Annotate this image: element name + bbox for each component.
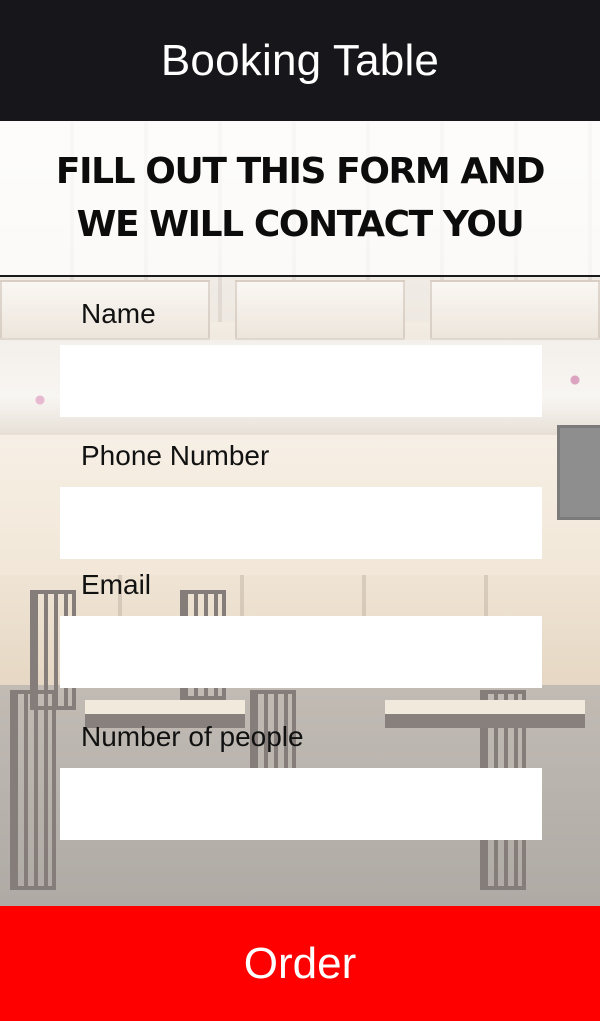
form-intro-heading: FILL OUT THIS FORM AND WE WILL CONTACT Y… <box>10 145 590 251</box>
number-of-people-input[interactable] <box>60 768 542 840</box>
number-of-people-label: Number of people <box>81 721 304 752</box>
name-label: Name <box>81 298 156 329</box>
form-intro-heading-line2: WE WILL CONTACT YOU <box>76 204 525 245</box>
phone-number-label: Phone Number <box>81 440 270 471</box>
page-title: Booking Table <box>160 35 440 85</box>
form-intro-heading-line1: FILL OUT THIS FORM AND <box>55 151 546 192</box>
app-header: Booking Table <box>0 0 600 121</box>
email-input[interactable] <box>60 616 542 688</box>
form-intro-banner: FILL OUT THIS FORM AND WE WILL CONTACT Y… <box>0 121 600 277</box>
email-label: Email <box>81 569 152 600</box>
phone-number-input[interactable] <box>60 487 542 559</box>
order-button[interactable]: Order <box>0 906 600 1021</box>
name-input[interactable] <box>60 345 542 417</box>
